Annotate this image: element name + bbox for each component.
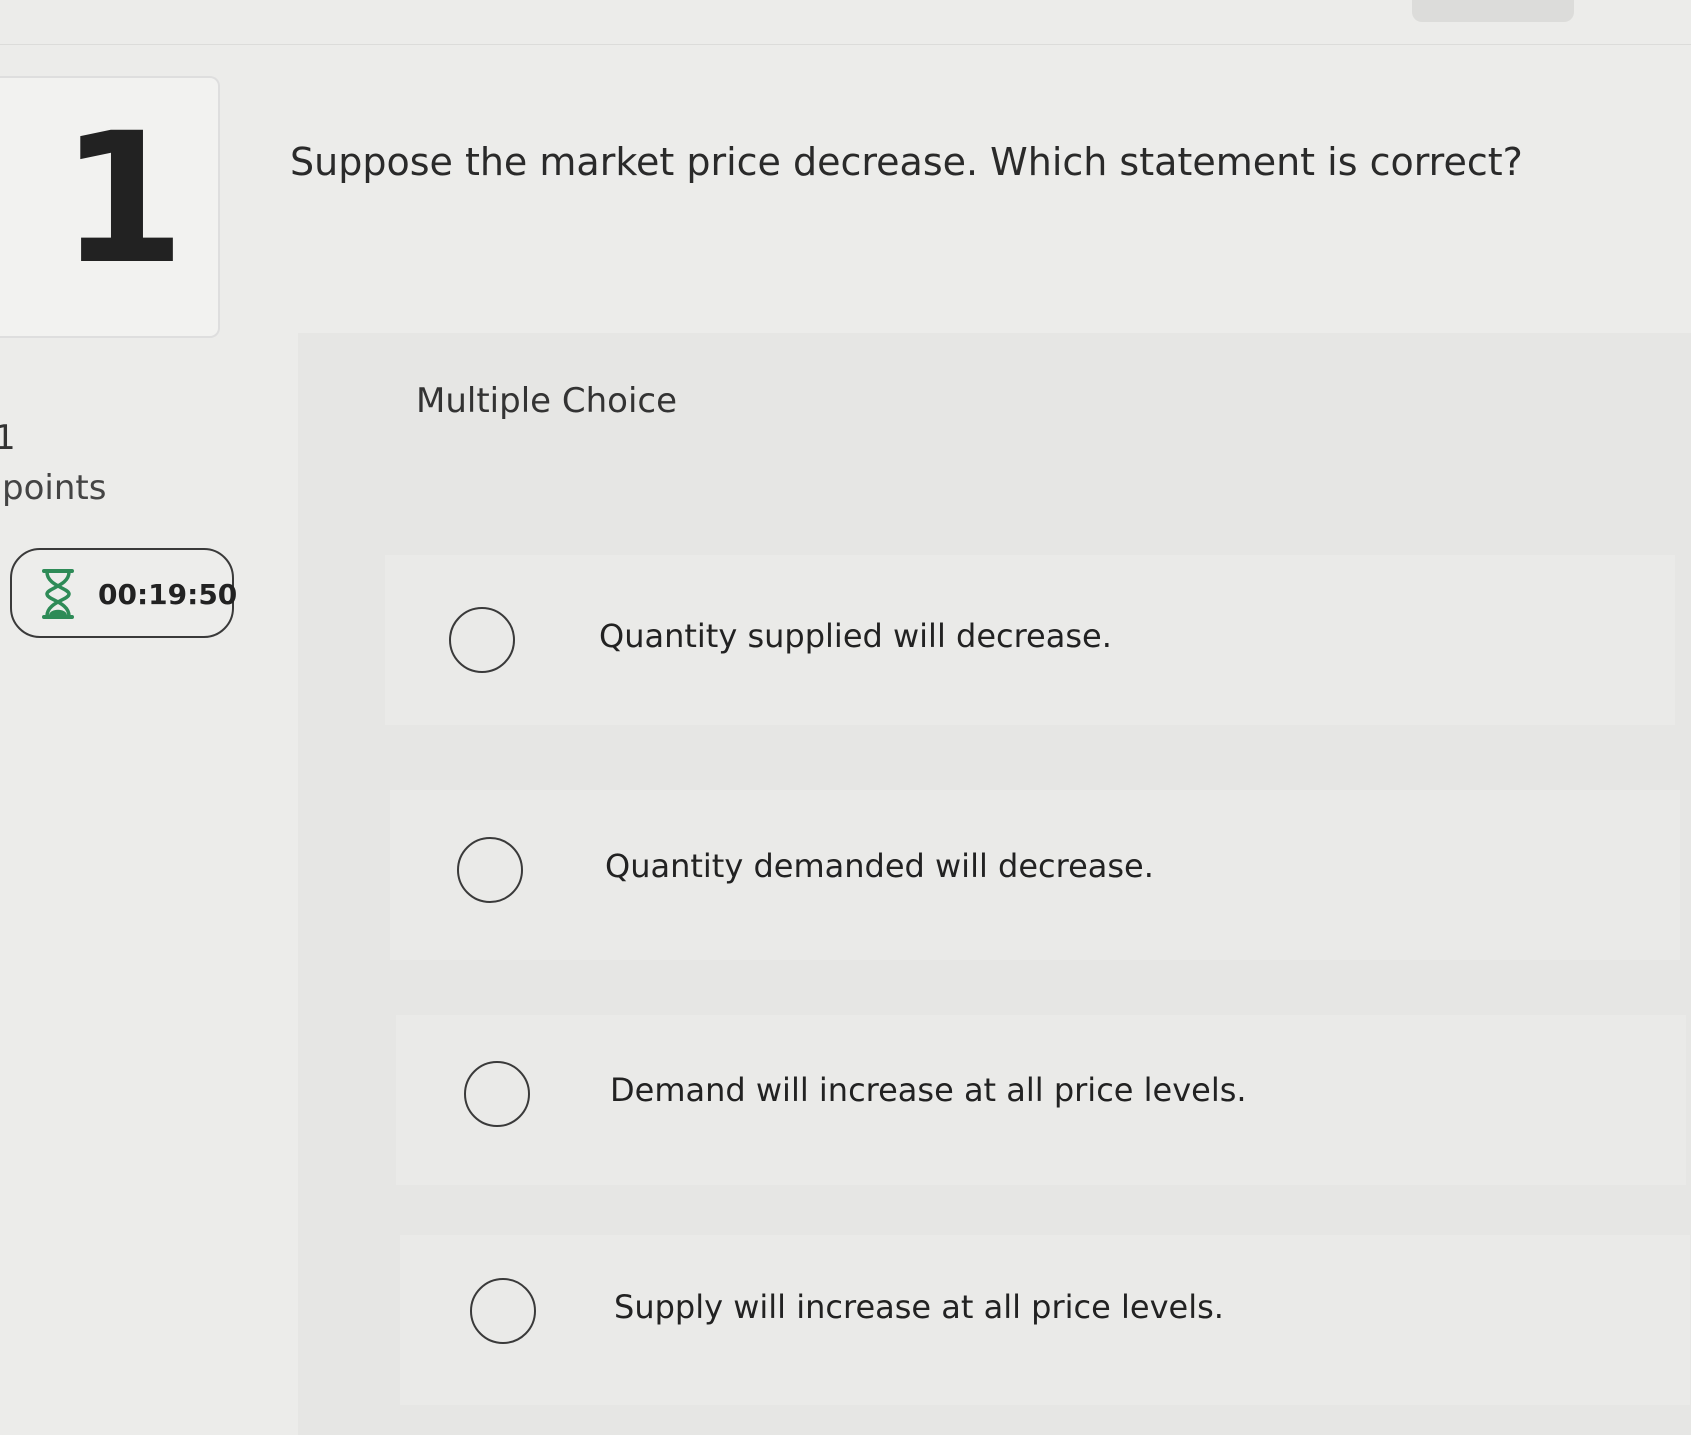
choice-text: Quantity supplied will decrease.: [599, 617, 1112, 655]
choice-option-2[interactable]: Quantity demanded will decrease.: [390, 790, 1680, 960]
header-divider: [0, 44, 1691, 45]
hourglass-icon: [42, 569, 74, 619]
radio-button[interactable]: [457, 837, 523, 903]
radio-button[interactable]: [449, 607, 515, 673]
choice-text: Quantity demanded will decrease.: [605, 847, 1154, 885]
timer-value: 00:19:50: [98, 578, 238, 611]
radio-button[interactable]: [464, 1061, 530, 1127]
top-tab[interactable]: [1412, 0, 1574, 22]
choice-text: Supply will increase at all price levels…: [614, 1288, 1224, 1326]
choice-option-1[interactable]: Quantity supplied will decrease.: [385, 555, 1675, 725]
radio-button[interactable]: [470, 1278, 536, 1344]
timer-badge: 00:19:50: [10, 548, 238, 638]
choice-option-4[interactable]: Supply will increase at all price levels…: [400, 1235, 1690, 1405]
points-value: 1: [0, 418, 16, 458]
points-label: points: [2, 468, 107, 508]
choice-option-3[interactable]: Demand will increase at all price levels…: [396, 1015, 1686, 1185]
question-type-label: Multiple Choice: [416, 381, 678, 421]
choice-text: Demand will increase at all price levels…: [610, 1071, 1247, 1109]
question-number: 1: [60, 95, 186, 304]
question-prompt: Suppose the market price decrease. Which…: [290, 140, 1523, 184]
